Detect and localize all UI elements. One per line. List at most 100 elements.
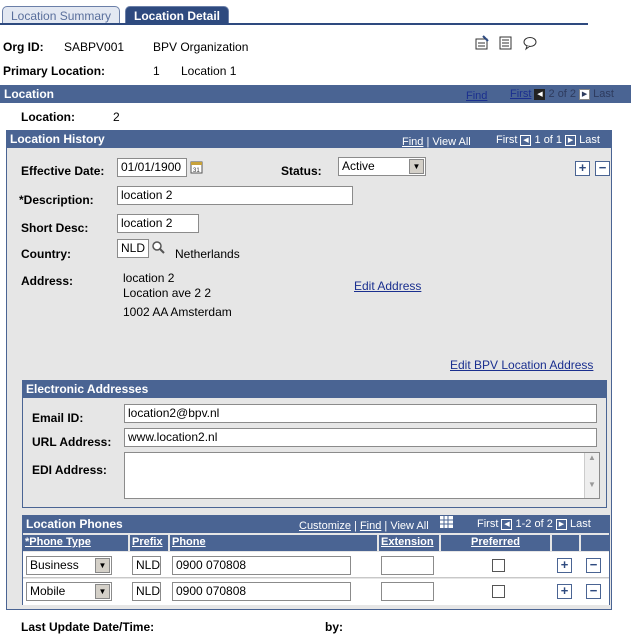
history-find-link[interactable]: Find [402,136,423,148]
grid-download-icon[interactable] [440,516,453,528]
search-icon[interactable] [151,240,166,255]
phone-type-select[interactable]: Business ▼ [26,556,112,575]
phones-view-all[interactable]: View All [390,520,428,532]
scroll-up-icon[interactable]: ▲ [585,453,599,462]
electronic-addresses-title: Electronic Addresses [26,382,149,396]
history-counter: 1 of 1 [534,134,563,146]
location-history-title: Location History [10,132,105,146]
email-input[interactable]: location2@bpv.nl [124,404,597,423]
short-desc-input[interactable]: location 2 [117,214,199,233]
effective-date-input[interactable]: 01/01/1900 [117,158,187,177]
effective-date-label: Effective Date: [21,164,105,178]
phones-find-link[interactable]: Find [360,520,381,532]
org-name: BPV Organization [153,40,249,54]
address-line-1: location 2 [123,271,175,285]
calendar-icon[interactable]: 31 [190,160,204,174]
chevron-down-icon: ▼ [409,159,424,174]
edit-icon[interactable] [474,35,490,51]
add-row-button[interactable]: + [575,161,590,176]
phones-first-label: First [477,518,499,530]
prev-arrow-icon[interactable]: ◀ [534,88,546,100]
location-last-label: Last [593,88,614,100]
phones-customize-link[interactable]: Customize [299,520,351,532]
history-last-label: Last [579,134,600,146]
prefix-input[interactable]: NLD [132,556,161,575]
add-phone-button[interactable]: + [557,584,572,599]
scroll-down-icon[interactable]: ▼ [585,480,599,489]
history-view-all[interactable]: View All [432,136,470,148]
svg-text:31: 31 [193,168,200,174]
col-prefix[interactable]: Prefix [130,535,168,551]
org-id-label: Org ID: [3,40,44,54]
col-phone-type[interactable]: *Phone Type [23,535,128,551]
status-select[interactable]: Active ▼ [338,157,426,176]
col-add [552,535,579,551]
col-phone[interactable]: Phone [170,535,377,551]
phones-counter: 1-2 of 2 [515,518,553,530]
history-first-label: First [496,134,518,146]
history-next-arrow-icon: ▶ [565,134,577,146]
url-input[interactable]: www.location2.nl [124,428,597,447]
country-label: Country: [21,247,71,261]
phones-next-arrow-icon: ▶ [555,518,567,530]
country-name: Netherlands [175,247,240,261]
primary-location-number: 1 [153,64,160,78]
short-desc-label: Short Desc: [21,221,89,235]
edi-textarea[interactable] [124,452,600,499]
preferred-checkbox[interactable] [492,585,505,598]
location-first-link[interactable]: First [510,88,531,100]
location-find-link[interactable]: Find [466,90,487,102]
tab-underline [0,23,588,25]
col-extension[interactable]: Extension [379,535,439,551]
email-label: Email ID: [32,411,84,425]
last-update-label: Last Update Date/Time: [21,620,155,634]
address-line-3: 1002 AA Amsterdam [123,305,232,319]
primary-location-label: Primary Location: [3,64,106,78]
address-line-2: Location ave 2 2 [123,286,212,300]
phone-type-value: Mobile [30,584,66,598]
next-arrow-icon[interactable]: ▶ [579,88,591,100]
extension-input[interactable] [381,582,434,601]
tab-location-summary[interactable]: Location Summary [2,6,121,24]
add-phone-button[interactable]: + [557,558,572,573]
chevron-down-icon: ▼ [95,584,110,599]
delete-phone-button[interactable]: − [586,558,601,573]
delete-row-button[interactable]: − [595,161,610,176]
phone-type-select[interactable]: Mobile ▼ [26,582,112,601]
description-label: *Description: [19,193,94,207]
url-label: URL Address: [32,435,112,449]
tab-location-detail[interactable]: Location Detail [125,6,230,24]
phone-input[interactable]: 0900 070808 [172,556,351,575]
description-input[interactable]: location 2 [117,186,353,205]
col-preferred[interactable]: Preferred [441,535,550,551]
phones-prev-arrow-icon: ◀ [501,518,513,530]
notes-icon[interactable] [498,35,514,51]
location-label: Location: [21,110,75,124]
preferred-checkbox[interactable] [492,559,505,572]
edit-address-link[interactable]: Edit Address [354,279,421,293]
address-label: Address: [21,274,74,288]
status-value: Active [342,159,375,173]
chevron-down-icon: ▼ [95,558,110,573]
edit-bpv-location-address-link[interactable]: Edit BPV Location Address [450,358,593,372]
history-prev-arrow-icon: ◀ [520,134,532,146]
edi-scrollbar[interactable]: ▲ ▼ [584,453,599,498]
updated-by-label: by: [325,620,343,634]
phone-input[interactable]: 0900 070808 [172,582,351,601]
status-label: Status: [281,164,322,178]
location-bar-title: Location [4,87,54,101]
country-code-input[interactable]: NLD [117,239,149,258]
edi-label: EDI Address: [32,463,107,477]
extension-input[interactable] [381,556,434,575]
org-id-value: SABPV001 [64,40,125,54]
prefix-input[interactable]: NLD [132,582,161,601]
electronic-addresses-bar: Electronic Addresses [22,380,607,398]
location-value: 2 [113,110,120,124]
delete-phone-button[interactable]: − [586,584,601,599]
phones-last-label: Last [569,518,591,530]
col-delete [581,535,609,551]
comment-icon[interactable] [522,35,538,51]
primary-location-name: Location 1 [181,64,237,78]
phone-type-value: Business [30,558,79,572]
location-phones-title: Location Phones [26,517,123,531]
